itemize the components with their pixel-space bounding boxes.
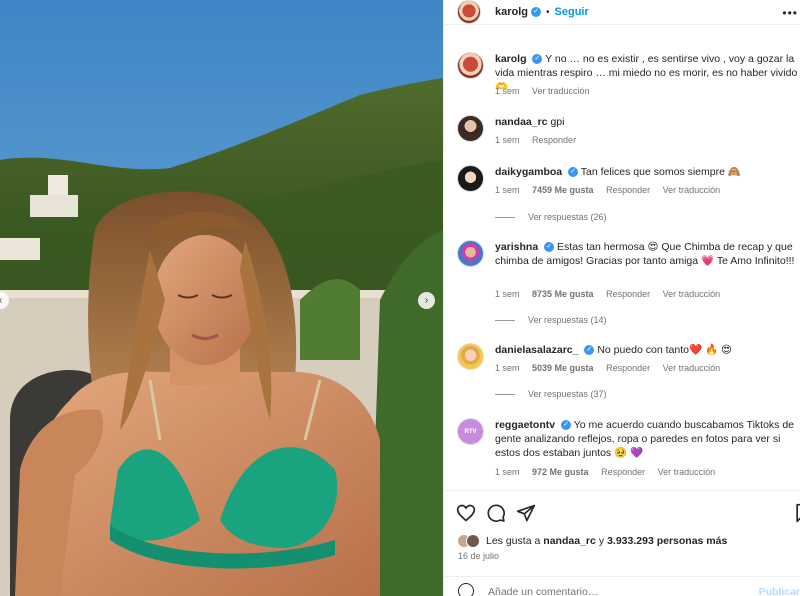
post-comment-button[interactable]: Publicar — [759, 586, 800, 596]
view-replies-button[interactable]: Ver respuestas (37) — [495, 389, 607, 399]
commenter-avatar[interactable] — [457, 343, 484, 370]
heart-icon[interactable] — [456, 503, 476, 523]
author-username[interactable]: karolg — [495, 6, 528, 18]
comment-age: 1 sem — [495, 363, 520, 373]
view-replies-label: Ver respuestas (26) — [528, 212, 607, 222]
caption-username[interactable]: karolg — [495, 53, 527, 65]
liker-avatar — [466, 534, 480, 548]
reply-button[interactable]: Responder — [532, 135, 576, 145]
verified-badge-icon: ✓ — [568, 167, 579, 178]
caption-meta: 1 sem Ver traducción — [495, 86, 600, 96]
paper-plane-icon[interactable] — [516, 503, 536, 523]
view-replies-button[interactable]: Ver respuestas (14) — [495, 315, 607, 325]
comment-likes[interactable]: 5039 Me gusta — [532, 363, 594, 373]
caption-translate-link[interactable]: Ver traducción — [532, 86, 590, 96]
author-avatar[interactable] — [457, 52, 484, 79]
comment-meta: 1 sem Responder — [495, 135, 586, 145]
likes-first-user[interactable]: nandaa_rc — [543, 535, 596, 547]
comment-username[interactable]: danielasalazarc_ — [495, 344, 578, 356]
photo-illustration — [0, 0, 443, 596]
next-photo-button[interactable]: › — [418, 292, 435, 309]
translate-link[interactable]: Ver traducción — [663, 363, 721, 373]
comment-body: daikygamboa ✓ Tan felices que somos siem… — [495, 165, 800, 179]
comment-likes[interactable]: 8735 Me gusta — [532, 289, 594, 299]
separator-dot: • — [546, 6, 550, 18]
more-options-icon[interactable]: ••• — [782, 6, 798, 20]
comment-meta: 1 sem 972 Me gusta Responder Ver traducc… — [495, 467, 725, 477]
comment-age: 1 sem — [495, 135, 520, 145]
instagram-post-viewer: › ‹ karolg ✓ • Seguir ••• karolg ✓ Y no … — [0, 0, 800, 596]
comment-likes[interactable]: 972 Me gusta — [532, 467, 589, 477]
comment-text: Tan felices que somos siempre 🙈 — [580, 166, 741, 178]
likes-summary[interactable]: Les gusta a nandaa_rc y 3.933.293 person… — [457, 534, 727, 548]
replies-divider — [495, 319, 515, 321]
likes-prefix: Les gusta a — [486, 535, 541, 547]
post-date: 16 de julio — [458, 551, 500, 561]
comment-age: 1 sem — [495, 289, 520, 299]
comment-username[interactable]: nandaa_rc — [495, 116, 548, 128]
comment-body: yarishna ✓ Estas tan hermosa 😍 Que Chimb… — [495, 240, 800, 268]
post-header: karolg ✓ • Seguir ••• — [444, 0, 800, 25]
comment-likes[interactable]: 7459 Me gusta — [532, 185, 594, 195]
author-avatar[interactable] — [457, 0, 481, 24]
commenter-avatar[interactable]: RTV — [457, 418, 484, 445]
replies-divider — [495, 393, 515, 395]
bookmark-icon[interactable] — [793, 503, 800, 523]
chevron-left-icon: ‹ — [0, 295, 2, 306]
comment-body: nandaa_rc gpi — [495, 115, 800, 129]
comment-meta: 1 sem 5039 Me gusta Responder Ver traduc… — [495, 363, 730, 373]
verified-badge-icon: ✓ — [584, 345, 595, 356]
comment-username[interactable]: daikygamboa — [495, 166, 562, 178]
comment-meta: 1 sem 7459 Me gusta Responder Ver traduc… — [495, 185, 730, 195]
comment-text: Estas tan hermosa 😍 Que Chimba de recap … — [495, 241, 795, 267]
comment-age: 1 sem — [495, 185, 520, 195]
translate-link[interactable]: Ver traducción — [663, 185, 721, 195]
reply-button[interactable]: Responder — [606, 185, 650, 195]
replies-divider — [495, 216, 515, 218]
chevron-right-icon: › — [424, 295, 429, 306]
commenter-avatar[interactable] — [457, 165, 484, 192]
comment-username[interactable]: reggaetontv — [495, 419, 555, 431]
follow-button[interactable]: Seguir — [555, 6, 589, 18]
comment-bubble-icon[interactable] — [486, 503, 506, 523]
likes-others[interactable]: 3.933.293 personas más — [607, 535, 727, 547]
comment-text: No puedo con tanto❤️ 🔥 😍 — [597, 344, 732, 356]
comment-body: danielasalazarc_ ✓ No puedo con tanto❤️ … — [495, 343, 800, 357]
comment-text: gpi — [550, 116, 565, 128]
smiley-icon[interactable] — [458, 583, 474, 596]
view-replies-label: Ver respuestas (14) — [528, 315, 607, 325]
post-actions-bar — [444, 490, 800, 523]
reply-button[interactable]: Responder — [606, 289, 650, 299]
view-replies-label: Ver respuestas (37) — [528, 389, 607, 399]
comment-input[interactable] — [488, 586, 738, 596]
comment-age: 1 sem — [495, 467, 520, 477]
likes-middle: y — [598, 535, 605, 547]
verified-badge-icon: ✓ — [532, 54, 543, 65]
comment-username[interactable]: yarishna — [495, 241, 538, 253]
verified-badge-icon: ✓ — [531, 7, 542, 17]
reply-button[interactable]: Responder — [601, 467, 645, 477]
reply-button[interactable]: Responder — [606, 363, 650, 373]
post-side-panel: karolg ✓ • Seguir ••• karolg ✓ Y no … no… — [443, 0, 800, 596]
view-replies-button[interactable]: Ver respuestas (26) — [495, 212, 607, 222]
post-photo[interactable]: › ‹ — [0, 0, 443, 596]
comment-meta: 1 sem 8735 Me gusta Responder Ver traduc… — [495, 289, 730, 299]
commenter-avatar[interactable] — [457, 115, 484, 142]
translate-link[interactable]: Ver traducción — [663, 289, 721, 299]
translate-link[interactable]: Ver traducción — [658, 467, 716, 477]
add-comment-bar: Publicar — [444, 576, 800, 596]
verified-badge-icon: ✓ — [544, 242, 555, 253]
commenter-avatar[interactable] — [457, 240, 484, 267]
verified-badge-icon: ✓ — [561, 420, 572, 431]
comment-body: reggaetontv ✓ Yo me acuerdo cuando busca… — [495, 418, 800, 460]
caption-age: 1 sem — [495, 86, 520, 96]
